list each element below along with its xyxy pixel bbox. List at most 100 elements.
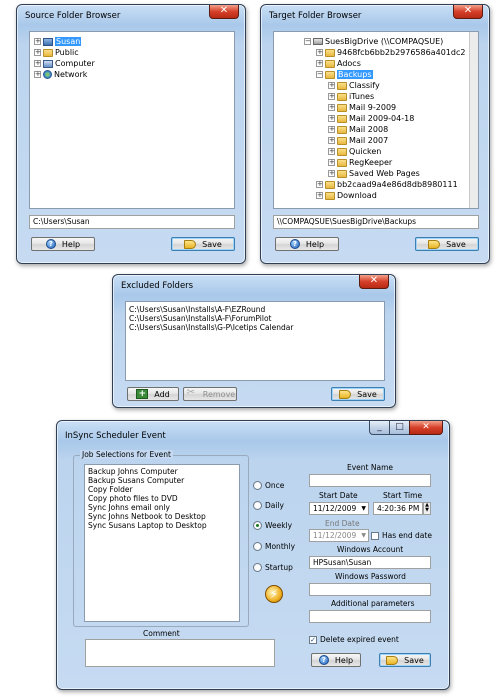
maximize-button[interactable]: □ (389, 421, 409, 435)
tree-item-root-drive[interactable]: − SuesBigDrive (\\COMPAQSUE) (304, 36, 443, 47)
comment-field[interactable] (85, 639, 275, 667)
radio-button[interactable] (253, 542, 262, 551)
excluded-close-button[interactable]: ✕ (359, 275, 389, 289)
expand-icon[interactable]: + (328, 104, 335, 111)
list-item[interactable]: C:\Users\Susan\Installs\G-P\Icetips Cale… (129, 323, 293, 332)
end-date-picker[interactable]: 11/12/2009 ▼ (309, 529, 369, 542)
list-item[interactable]: Sync Johns Netbook to Desktop (88, 512, 206, 521)
chevron-down-icon[interactable]: ▼ (361, 531, 366, 541)
additional-params-field[interactable] (309, 610, 431, 623)
target-path-field[interactable]: \\COMPAQSUE\SuesBigDrive\Backups (273, 215, 479, 229)
list-item[interactable]: Copy Folder (88, 485, 133, 494)
target-help-button[interactable]: ? Help (275, 237, 339, 251)
checkbox[interactable] (371, 531, 379, 540)
tree-item-network[interactable]: + Network (34, 69, 87, 80)
expand-icon[interactable]: + (328, 82, 335, 89)
remove-button[interactable]: ✂ Remove (183, 387, 237, 401)
tree-item[interactable]: + Adocs (316, 58, 361, 69)
excluded-folder-list[interactable]: C:\Users\Susan\Installs\A-F\EZRound C:\U… (125, 301, 385, 381)
chevron-down-icon[interactable]: ▼ (361, 504, 366, 514)
expand-icon[interactable]: + (34, 49, 41, 56)
job-list[interactable]: Backup Johns Computer Backup Susans Comp… (84, 464, 240, 622)
list-item[interactable]: C:\Users\Susan\Installs\A-F\ForumPilot (129, 314, 271, 323)
target-tree-panel[interactable]: − SuesBigDrive (\\COMPAQSUE) + 9468fcb6b… (273, 31, 479, 209)
has-end-date-checkbox[interactable]: Has end date (371, 531, 432, 540)
excluded-save-button[interactable]: Save (331, 387, 385, 401)
add-button[interactable]: + Add (127, 387, 179, 401)
tree-item-computer[interactable]: + Computer (34, 58, 95, 69)
folder-icon (337, 81, 347, 90)
radio-button[interactable] (253, 501, 262, 510)
minimize-button[interactable]: _ (369, 421, 389, 435)
expand-icon[interactable]: + (328, 126, 335, 133)
radio-daily[interactable]: Daily (253, 501, 284, 510)
list-item[interactable]: Backup Johns Computer (88, 467, 178, 476)
tree-scrollbar[interactable] (469, 32, 478, 208)
tree-item-public[interactable]: + Public (34, 47, 79, 58)
target-save-button[interactable]: Save (415, 237, 479, 251)
source-help-button[interactable]: ? Help (31, 237, 95, 251)
checkbox[interactable]: ✓ (309, 635, 317, 644)
source-path-field[interactable]: C:\Users\Susan (29, 215, 235, 229)
tree-item[interactable]: + Quicken (328, 146, 381, 157)
radio-monthly[interactable]: Monthly (253, 542, 295, 551)
start-time-field[interactable]: 4:20:36 PM (373, 502, 423, 515)
list-item[interactable]: Sync Johns email only (88, 503, 170, 512)
scheduler-help-button[interactable]: ? Help (311, 653, 361, 667)
radio-startup[interactable]: Startup (253, 563, 293, 572)
event-name-field[interactable] (309, 474, 431, 487)
list-item[interactable]: C:\Users\Susan\Installs\A-F\EZRound (129, 305, 265, 314)
radio-weekly[interactable]: Weekly (253, 521, 292, 530)
tree-item[interactable]: + Mail 2008 (328, 124, 388, 135)
tree-item[interactable]: + Download (316, 190, 377, 201)
tree-item[interactable]: + Classify (328, 80, 380, 91)
expand-icon[interactable]: + (328, 115, 335, 122)
windows-password-field[interactable] (309, 583, 431, 596)
expand-icon[interactable]: + (34, 38, 41, 45)
expand-icon[interactable]: + (34, 60, 41, 67)
expand-icon[interactable]: + (328, 93, 335, 100)
tree-item[interactable]: + RegKeeper (328, 157, 392, 168)
source-tree-panel[interactable]: + Susan + Public + Computer + Network (29, 31, 235, 209)
source-save-button[interactable]: Save (171, 237, 235, 251)
windows-account-field[interactable]: HPSusan\Susan (309, 556, 431, 569)
tree-item-backups[interactable]: − Backups (316, 69, 373, 80)
delete-expired-checkbox[interactable]: ✓ Delete expired event (309, 635, 399, 644)
radio-button[interactable] (253, 563, 262, 572)
tree-item-susan[interactable]: + Susan (34, 36, 82, 47)
expand-icon[interactable]: + (328, 159, 335, 166)
tree-item[interactable]: + 9468fcb6bb2b2976586a401dc2 (316, 47, 465, 58)
tree-item[interactable]: + iTunes (328, 91, 374, 102)
tree-item[interactable]: + Mail 2009-04-18 (328, 113, 414, 124)
expand-icon[interactable]: + (34, 71, 41, 78)
save-icon (428, 239, 441, 249)
collapse-icon[interactable]: − (316, 71, 323, 78)
list-item[interactable]: Copy photo files to DVD (88, 494, 178, 503)
radio-button[interactable] (253, 521, 262, 530)
radio-once[interactable]: Once (253, 481, 284, 490)
help-label: Help (61, 239, 81, 249)
start-date-picker[interactable]: 11/12/2009 ▼ (309, 502, 369, 515)
tree-item[interactable]: + Mail 2007 (328, 135, 388, 146)
expand-icon[interactable]: + (328, 170, 335, 177)
list-item[interactable]: Sync Susans Laptop to Desktop (88, 521, 207, 530)
expand-icon[interactable]: + (316, 49, 323, 56)
radio-label: Weekly (265, 521, 293, 530)
target-close-button[interactable]: ✕ (453, 5, 483, 19)
tree-item[interactable]: + Mail 9-2009 (328, 102, 396, 113)
source-close-button[interactable]: ✕ (209, 5, 239, 19)
tree-item[interactable]: + bb2caad9a4e86d8db8980111 (316, 179, 458, 190)
tree-item[interactable]: + Saved Web Pages (328, 168, 420, 179)
list-item[interactable]: Backup Susans Computer (88, 476, 184, 485)
expand-icon[interactable]: + (316, 60, 323, 67)
radio-button[interactable] (253, 481, 262, 490)
close-button[interactable]: ✕ (409, 421, 443, 435)
expand-icon[interactable]: + (316, 192, 323, 199)
radio-label: Once (265, 481, 285, 490)
expand-icon[interactable]: + (316, 181, 323, 188)
time-spinner[interactable]: ▲ ▼ (423, 502, 431, 515)
collapse-icon[interactable]: − (304, 38, 311, 45)
scheduler-save-button[interactable]: Save (379, 653, 431, 667)
expand-icon[interactable]: + (328, 137, 335, 144)
expand-icon[interactable]: + (328, 148, 335, 155)
